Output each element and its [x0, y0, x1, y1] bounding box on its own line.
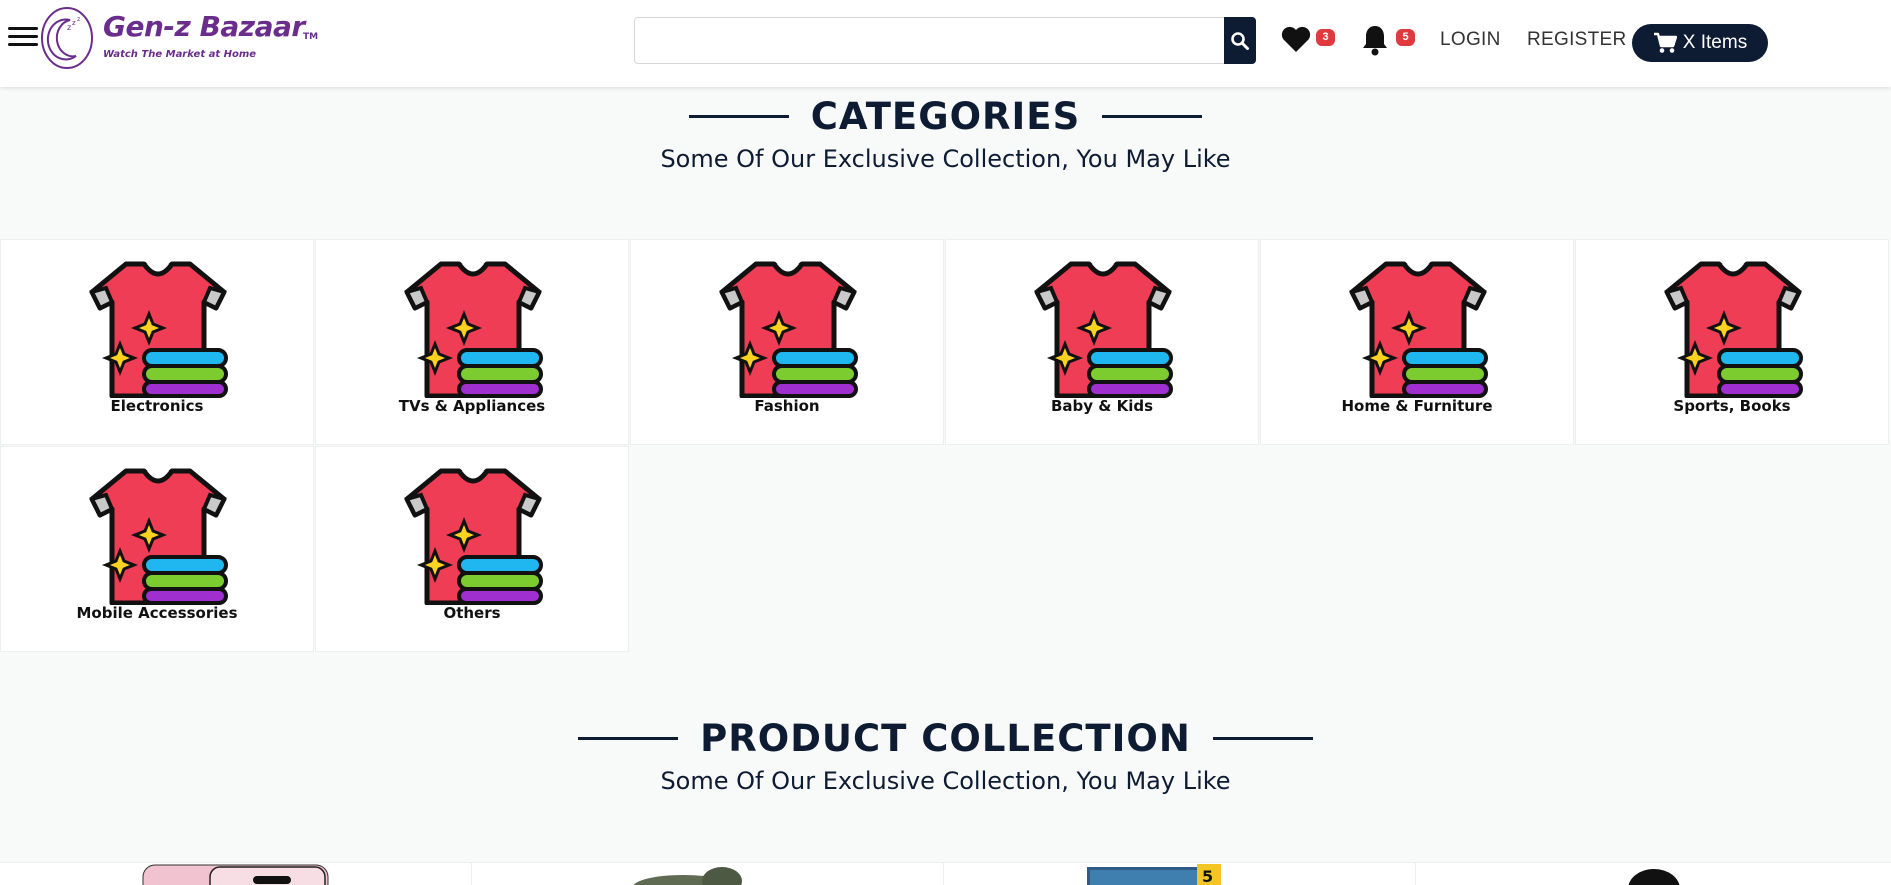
cart-button[interactable]: X Items — [1632, 24, 1768, 62]
category-card[interactable]: Electronics — [0, 239, 314, 445]
login-link[interactable]: LOGIN — [1440, 29, 1501, 51]
top-header: z z z Gen-z Bazaar TM Watch The Market a… — [0, 0, 1891, 87]
category-label: Electronics — [110, 397, 204, 415]
category-card[interactable]: Baby & Kids — [945, 239, 1259, 445]
products-heading: PRODUCT COLLECTION Some Of Our Exclusive… — [0, 717, 1891, 795]
svg-text:z: z — [67, 23, 71, 32]
category-label: Others — [443, 604, 501, 622]
product-card[interactable] — [1416, 863, 1891, 885]
dark-product-image — [1628, 869, 1680, 885]
logo-moon-icon[interactable]: z z z — [40, 6, 94, 70]
search-input[interactable] — [634, 17, 1225, 64]
brand-name[interactable]: Gen-z Bazaar — [103, 10, 305, 43]
categories-heading: CATEGORIES Some Of Our Exclusive Collect… — [0, 95, 1891, 173]
tshirt-stack-icon — [404, 468, 543, 605]
wishlist-count-badge: 3 — [1316, 29, 1335, 46]
category-label: Baby & Kids — [1050, 397, 1154, 415]
search-icon — [1231, 31, 1249, 50]
product-card[interactable]: 5 — [944, 863, 1416, 885]
wishlist-button[interactable]: 3 — [1280, 24, 1335, 58]
menu-icon[interactable] — [8, 27, 38, 51]
categories-title: CATEGORIES — [810, 95, 1081, 138]
tshirt-stack-icon — [89, 261, 228, 398]
tshirt-stack-icon — [1349, 261, 1488, 398]
category-label: Fashion — [754, 397, 820, 415]
svg-text:z: z — [72, 19, 76, 27]
category-card[interactable]: Mobile Accessories — [0, 446, 314, 652]
bottle-product-image — [633, 867, 742, 885]
brand-trademark: TM — [303, 32, 319, 42]
category-card[interactable]: Others — [315, 446, 629, 652]
categories-subtitle: Some Of Our Exclusive Collection, You Ma… — [660, 145, 1231, 173]
brand-tagline: Watch The Market at Home — [103, 49, 257, 60]
category-card[interactable]: Fashion — [630, 239, 944, 445]
heading-divider-left — [578, 737, 679, 740]
svg-text:z: z — [77, 16, 80, 23]
notifications-button[interactable]: 5 — [1360, 24, 1415, 58]
heading-divider-right — [1102, 115, 1203, 118]
category-label: Mobile Accessories — [76, 604, 238, 622]
game-box-product-image: 5 — [1087, 864, 1221, 885]
register-link[interactable]: REGISTER — [1527, 29, 1627, 51]
heading-divider-left — [688, 115, 789, 118]
notification-count-badge: 5 — [1396, 29, 1415, 46]
search-button[interactable] — [1224, 17, 1256, 64]
tshirt-stack-icon — [404, 261, 543, 398]
tshirt-stack-icon — [1664, 261, 1803, 398]
category-label: TVs & Appliances — [398, 397, 546, 415]
cart-label: X Items — [1682, 32, 1748, 53]
tshirt-stack-icon — [1034, 261, 1173, 398]
heading-divider-right — [1212, 737, 1313, 740]
svg-text:5: 5 — [1202, 867, 1213, 885]
tshirt-stack-icon — [89, 468, 228, 605]
cart-icon — [1653, 32, 1677, 53]
product-card[interactable] — [472, 863, 944, 885]
tshirt-stack-icon — [719, 261, 858, 398]
phone-product-image — [142, 864, 329, 885]
product-grid: 5 — [0, 862, 1891, 885]
category-card[interactable]: TVs & Appliances — [315, 239, 629, 445]
category-card[interactable]: Home & Furniture — [1260, 239, 1574, 445]
product-card[interactable] — [0, 863, 472, 885]
category-label: Sports, Books — [1673, 397, 1791, 415]
products-title: PRODUCT COLLECTION — [700, 717, 1191, 760]
heart-icon — [1281, 26, 1311, 52]
products-subtitle: Some Of Our Exclusive Collection, You Ma… — [660, 767, 1231, 795]
bell-icon — [1363, 26, 1387, 56]
category-label: Home & Furniture — [1341, 397, 1493, 415]
category-card[interactable]: Sports, Books — [1575, 239, 1889, 445]
